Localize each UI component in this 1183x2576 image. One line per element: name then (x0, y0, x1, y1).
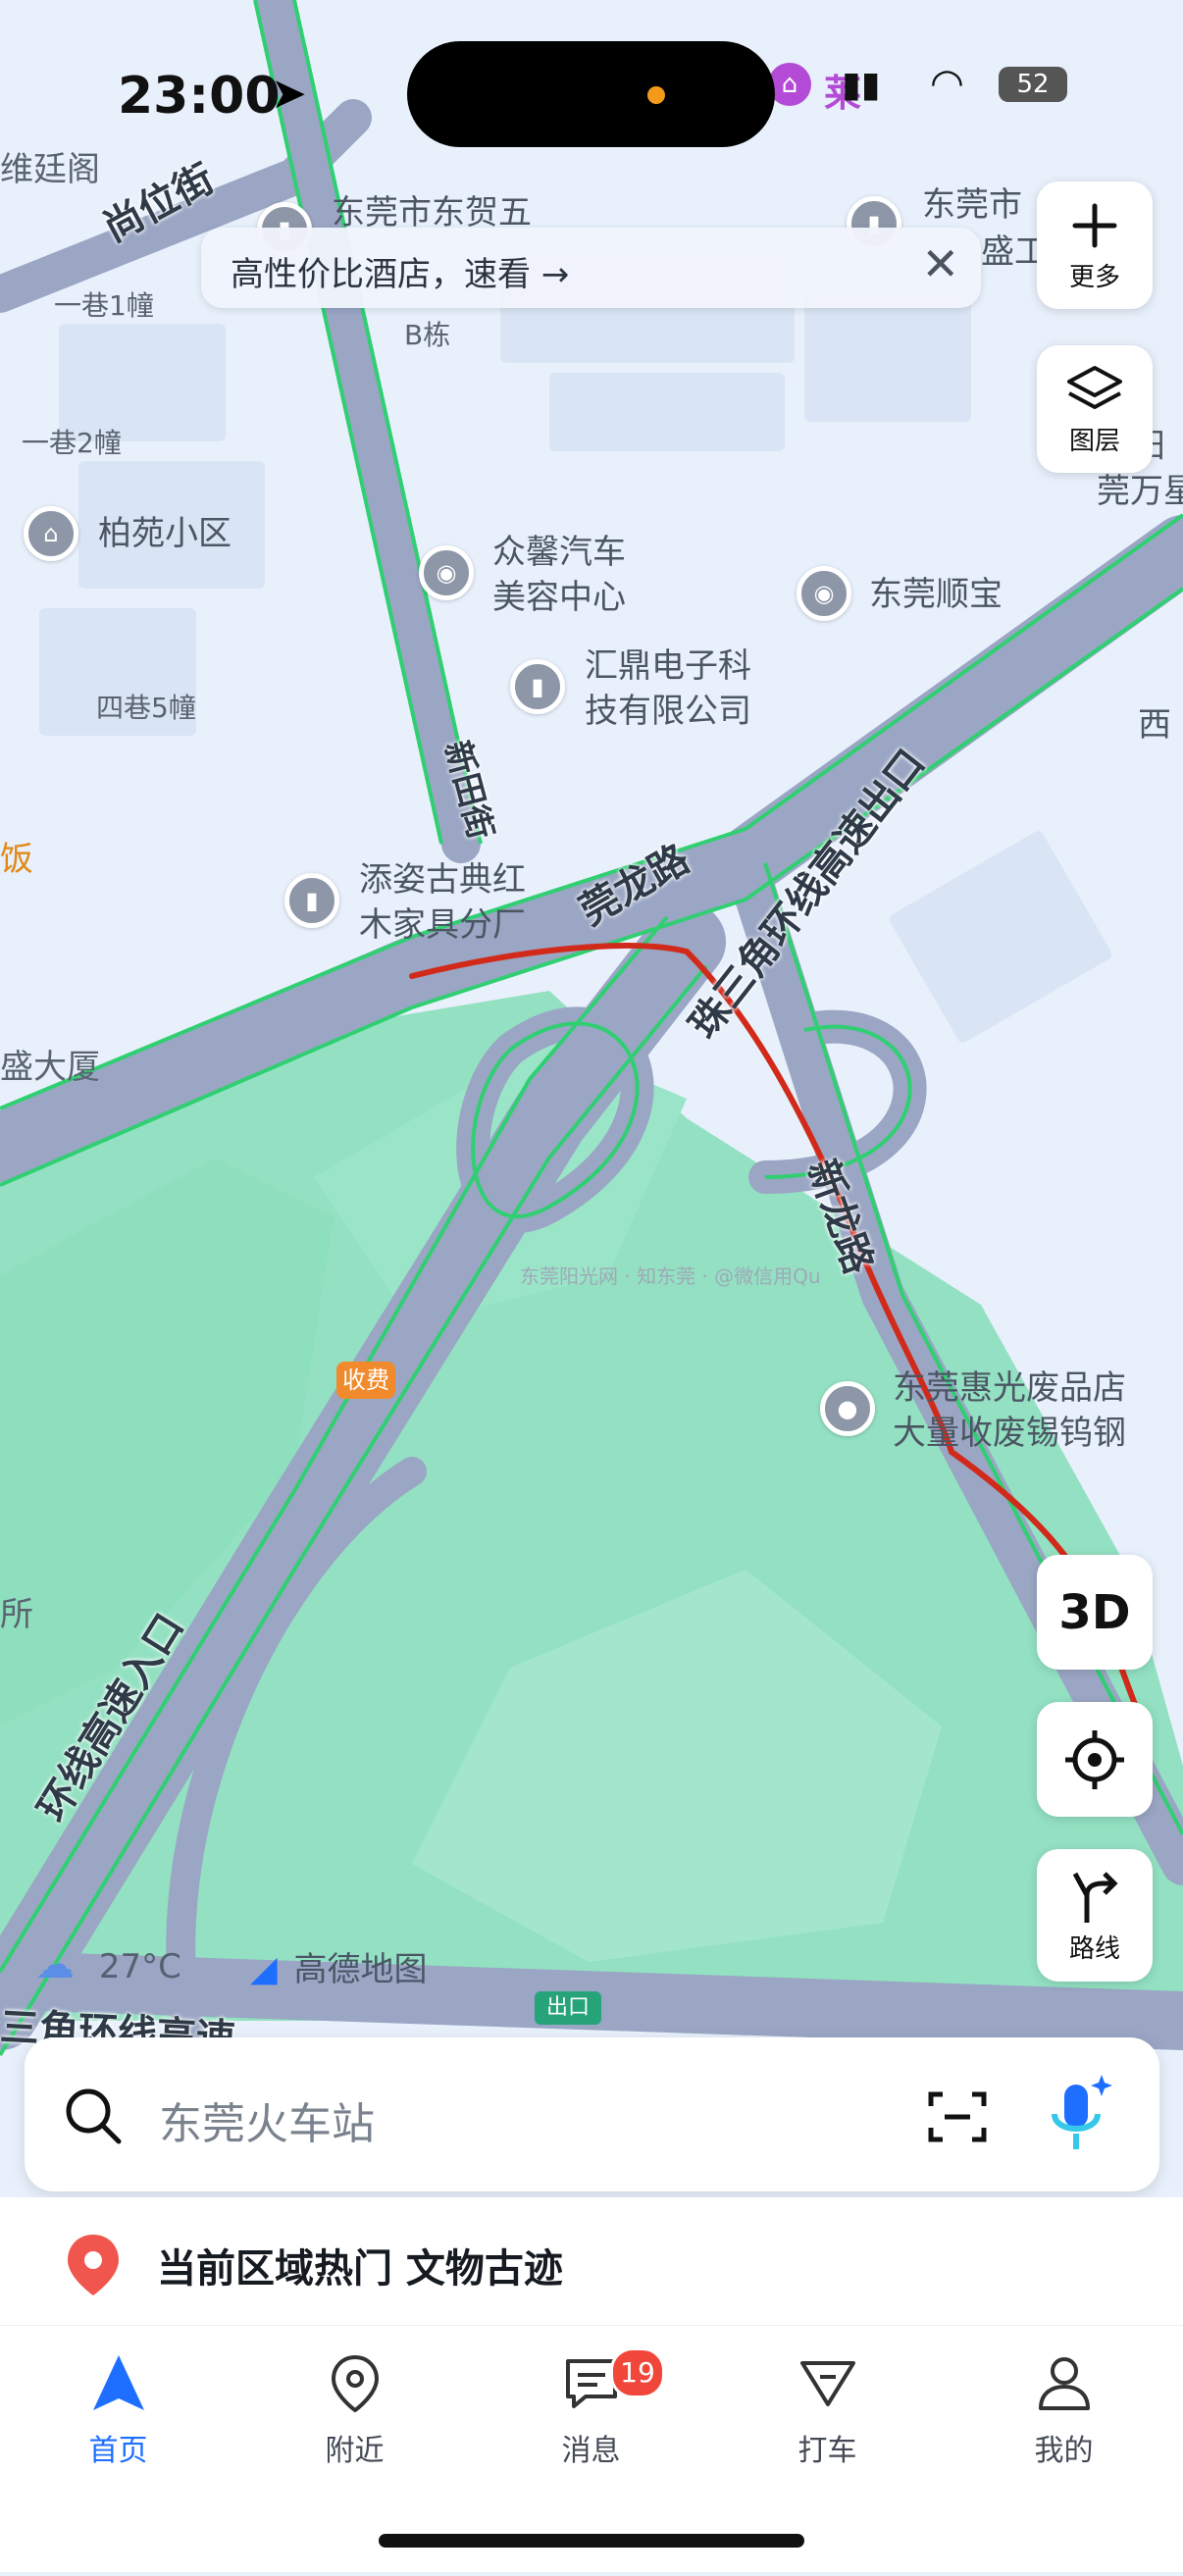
poi-building-icon[interactable]: ▮ (510, 659, 565, 714)
location-pin-icon (68, 2235, 119, 2295)
tab-label: 打车 (797, 2434, 857, 2468)
tab-messages[interactable]: 19 消息 (473, 2326, 709, 2473)
brand-logo: ◢ 高德地图 (250, 1942, 428, 1990)
dynamic-island (407, 41, 775, 147)
poi-car-icon[interactable]: ◉ (419, 545, 474, 600)
amap-logo-icon: ◢ (250, 1949, 278, 1989)
wifi-icon: ◠ (930, 61, 964, 106)
close-icon[interactable]: ✕ (921, 237, 959, 290)
poi-label[interactable]: 东莞市 (922, 182, 1022, 228)
toll-badge: 收费 (336, 1362, 395, 1399)
poi-label[interactable]: 技有限公司 (585, 689, 751, 734)
locate-button[interactable] (1037, 1702, 1153, 1817)
weather-widget[interactable]: ☁ 27°C (35, 1942, 181, 1987)
map-label: B栋 (404, 319, 451, 351)
banner-text: 高性价比酒店，速看 → (231, 255, 570, 294)
map-label: 四巷5幢 (96, 692, 196, 724)
tab-nearby[interactable]: 附近 (236, 2326, 473, 2473)
map-label: 饭 (0, 840, 33, 879)
tab-home[interactable]: 首页 (0, 2326, 236, 2473)
search-bar[interactable]: 东莞火车站 (25, 2037, 1159, 2191)
plus-icon (1072, 203, 1117, 247)
hotel-promo-banner[interactable]: 高性价比酒店，速看 → ✕ (201, 228, 981, 308)
poi-label[interactable]: 木家具分厂 (359, 902, 526, 948)
poi-label[interactable]: 大量收废锡钨钢 (893, 1411, 1126, 1456)
poi-label[interactable]: 添姿古典红 (359, 857, 526, 902)
poi-label[interactable]: 柏苑小区 (98, 511, 231, 556)
poi-building-icon[interactable]: ▮ (284, 873, 339, 928)
map-label: 维廷阁 (0, 150, 100, 189)
tab-label: 消息 (561, 2434, 621, 2468)
search-icon (66, 2088, 122, 2144)
poi-label[interactable]: 西 (1138, 702, 1171, 747)
taxi-icon (800, 2361, 855, 2406)
privacy-indicator (647, 86, 665, 104)
voice-mic-icon[interactable] (1045, 2073, 1113, 2161)
temperature: 27°C (98, 1947, 181, 1986)
poi-home-icon[interactable]: ⌂ (24, 506, 78, 561)
route-turn-icon (1072, 1872, 1118, 1923)
bottom-sheet: 当前区域热门 文物古迹 首页 附近 19 消息 打车 我的 (0, 2197, 1183, 2572)
poi-label[interactable]: 东莞顺宝 (869, 572, 1003, 617)
layers-icon (1067, 365, 1122, 409)
cloud-icon: ☁ (35, 1942, 75, 1987)
signal-icon: ▮▮ (842, 65, 881, 105)
map-label: 一巷1幢 (54, 289, 154, 322)
profile-icon (1039, 2357, 1090, 2410)
map-label: 一巷2幢 (22, 427, 122, 459)
tab-bar: 首页 附近 19 消息 打车 我的 (0, 2325, 1183, 2473)
navigation-arrow-icon (93, 2355, 144, 2410)
3d-label: 3D (1058, 1584, 1131, 1640)
3d-button[interactable]: 3D (1037, 1555, 1153, 1670)
message-badge: 19 (610, 2347, 665, 2398)
more-label: 更多 (1068, 262, 1120, 292)
exit-badge: 出口 (535, 1991, 601, 2025)
tab-label: 附近 (325, 2434, 385, 2468)
location-pin-icon (331, 2354, 380, 2412)
tab-profile[interactable]: 我的 (946, 2326, 1182, 2473)
hot-topics-text[interactable]: 当前区域热门 文物古迹 (157, 2237, 563, 2293)
search-input[interactable]: 东莞火车站 (159, 2088, 375, 2151)
map-label: 所 (0, 1595, 33, 1634)
status-time: 23:00 (118, 67, 281, 126)
tab-label: 我的 (1034, 2434, 1094, 2468)
scan-icon[interactable] (927, 2088, 988, 2145)
poi-label[interactable]: 莞万星 (1097, 469, 1183, 514)
tab-taxi[interactable]: 打车 (709, 2326, 946, 2473)
home-indicator (379, 2534, 804, 2548)
watermark: 东莞阳光网 · 知东莞 · @微信用Qu (520, 1264, 821, 1288)
tab-label: 首页 (88, 2434, 148, 2468)
layers-label: 图层 (1068, 426, 1120, 456)
poi-pin-icon[interactable]: ● (820, 1381, 875, 1436)
poi-label[interactable]: 众馨汽车 (492, 530, 626, 575)
battery-icon: 52 (999, 67, 1067, 102)
more-button[interactable]: 更多 (1037, 181, 1153, 309)
poi-label[interactable]: 美容中心 (492, 575, 626, 620)
poi-label[interactable]: 东莞惠光废品店 (893, 1365, 1126, 1411)
brand-name: 高德地图 (293, 1950, 428, 1989)
route-label: 路线 (1068, 1934, 1120, 1964)
crosshair-icon (1065, 1729, 1124, 1789)
location-arrow-icon: ➤ (271, 69, 307, 119)
route-button[interactable]: 路线 (1037, 1849, 1153, 1982)
poi-car-icon[interactable]: ◉ (797, 566, 851, 621)
layers-button[interactable]: 图层 (1037, 345, 1153, 473)
poi-label[interactable]: 汇鼎电子科 (585, 644, 751, 689)
map-label: 盛大厦 (0, 1048, 100, 1087)
